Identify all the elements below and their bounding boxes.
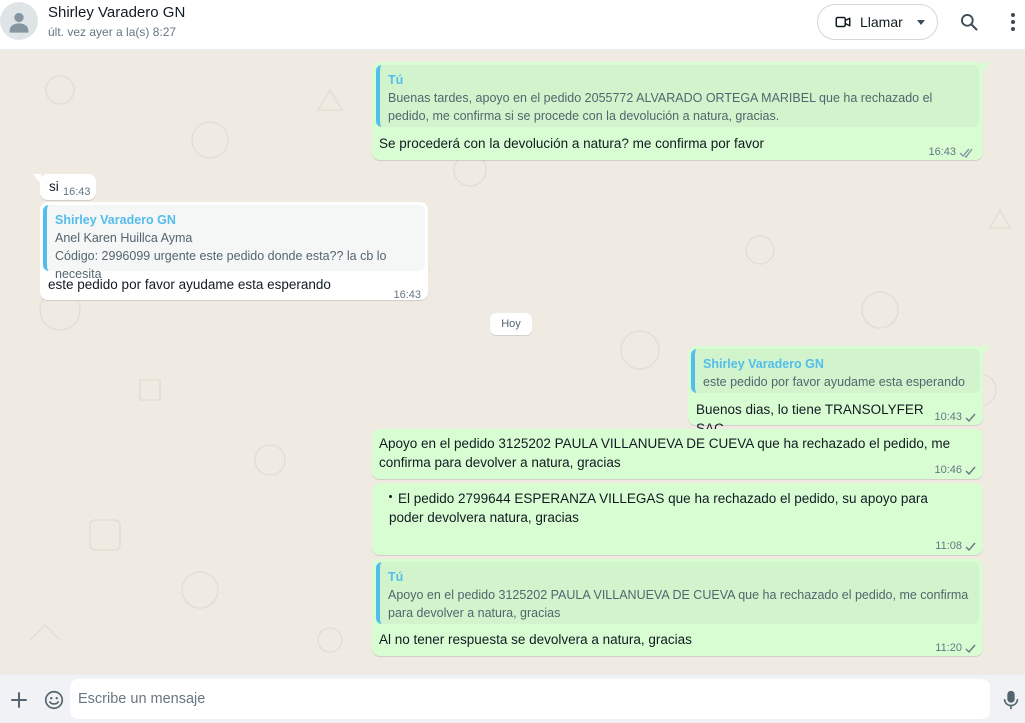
message-meta: 16:43 (63, 183, 91, 202)
quoted-message[interactable]: Tú Apoyo en el pedido 3125202 PAULA VILL… (376, 562, 979, 624)
double-check-icon (959, 147, 975, 158)
single-check-icon (965, 465, 977, 476)
attach-button[interactable] (6, 687, 32, 713)
quoted-message-text: este pedido por favor ayudame esta esper… (703, 375, 965, 389)
quoted-message-author: Tú (388, 570, 404, 584)
message-time: 16:43 (393, 289, 421, 301)
call-button[interactable]: Llamar (817, 4, 938, 40)
message-bubble-incoming[interactable]: Shirley Varadero GN Anel Karen Huillca A… (40, 202, 428, 301)
message-bubble-outgoing[interactable]: Tú Buenas tardes, apoyo en el pedido 205… (372, 62, 990, 162)
chat-panel[interactable]: Tú Buenas tardes, apoyo en el pedido 205… (0, 50, 1025, 674)
bullet-icon (389, 494, 392, 498)
message-time: 16:43 (63, 186, 91, 198)
single-check-icon (965, 541, 977, 552)
user-avatar-icon (9, 12, 29, 33)
message-time: 10:46 (934, 464, 962, 476)
voice-message-button[interactable] (998, 687, 1024, 713)
message-meta: 11:20 (935, 639, 977, 658)
message-bubble-outgoing[interactable]: Apoyo en el pedido 3125202 PAULA VILLANU… (372, 429, 983, 479)
message-meta: 11:08 (935, 537, 977, 556)
search-button[interactable] (957, 10, 981, 34)
date-divider: Hoy (490, 313, 532, 335)
message-meta: 10:46 (934, 461, 977, 480)
contact-last-seen: últ. vez ayer a la(s) 8:27 (48, 25, 177, 39)
message-text: Al no tener respuesta se devolvera a nat… (379, 632, 692, 647)
single-check-icon (965, 643, 977, 654)
call-button-label: Llamar (860, 14, 903, 30)
message-time: 11:20 (935, 642, 962, 654)
message-text: este pedido por favor ayudame esta esper… (48, 277, 331, 292)
search-icon (961, 14, 978, 31)
chevron-down-icon (916, 19, 925, 25)
message-time: 11:08 (935, 540, 962, 552)
video-call-icon (835, 16, 851, 28)
message-meta: 16:43 (393, 286, 421, 305)
message-time: 16:43 (928, 146, 956, 158)
quoted-message-line: Anel Karen Huillca Ayma (55, 231, 193, 245)
emoji-icon (44, 690, 64, 710)
message-composer (0, 674, 1025, 723)
quoted-message[interactable]: Tú Buenas tardes, apoyo en el pedido 205… (376, 65, 979, 127)
message-bubble-outgoing[interactable]: El pedido 2799644 ESPERANZA VILLEGAS que… (372, 483, 983, 555)
plus-icon (11, 692, 27, 708)
menu-button[interactable] (1001, 10, 1025, 34)
message-input[interactable] (70, 679, 990, 719)
mic-icon (1003, 690, 1019, 710)
quoted-message[interactable]: Shirley Varadero GN Anel Karen Huillca A… (43, 205, 425, 281)
quoted-message-author: Shirley Varadero GN (703, 357, 824, 371)
message-bubble-outgoing[interactable]: Shirley Varadero GN este pedido por favo… (688, 346, 990, 436)
message-text: El pedido 2799644 ESPERANZA VILLEGAS que… (389, 489, 949, 527)
menu-icon (1011, 13, 1015, 31)
chat-header: Shirley Varadero GN últ. vez ayer a la(s… (0, 0, 1025, 50)
message-bubble-incoming[interactable]: si 16:43 (33, 174, 96, 202)
message-text-content: El pedido 2799644 ESPERANZA VILLEGAS que… (389, 491, 928, 525)
message-time: 10:43 (934, 411, 962, 423)
message-meta: 10:43 (934, 408, 977, 427)
quoted-message-author: Shirley Varadero GN (55, 213, 176, 227)
quoted-message[interactable]: Shirley Varadero GN este pedido por favo… (691, 349, 980, 393)
contact-avatar[interactable] (0, 2, 38, 40)
message-bubble-outgoing[interactable]: Tú Apoyo en el pedido 3125202 PAULA VILL… (372, 559, 983, 656)
quoted-message-text: Buenas tardes, apoyo en el pedido 205577… (388, 91, 933, 123)
message-text: Apoyo en el pedido 3125202 PAULA VILLANU… (379, 436, 951, 470)
contact-info[interactable]: Shirley Varadero GN últ. vez ayer a la(s… (48, 3, 185, 41)
message-text: si (49, 179, 59, 194)
message-meta: 16:43 (928, 143, 975, 162)
quoted-message-text: Apoyo en el pedido 3125202 PAULA VILLANU… (388, 588, 969, 620)
contact-name: Shirley Varadero GN (48, 4, 186, 21)
emoji-button[interactable] (41, 687, 67, 713)
message-text: Se procederá con la devolución a natura?… (379, 136, 764, 151)
quoted-message-author: Tú (388, 73, 404, 87)
single-check-icon (965, 412, 977, 423)
